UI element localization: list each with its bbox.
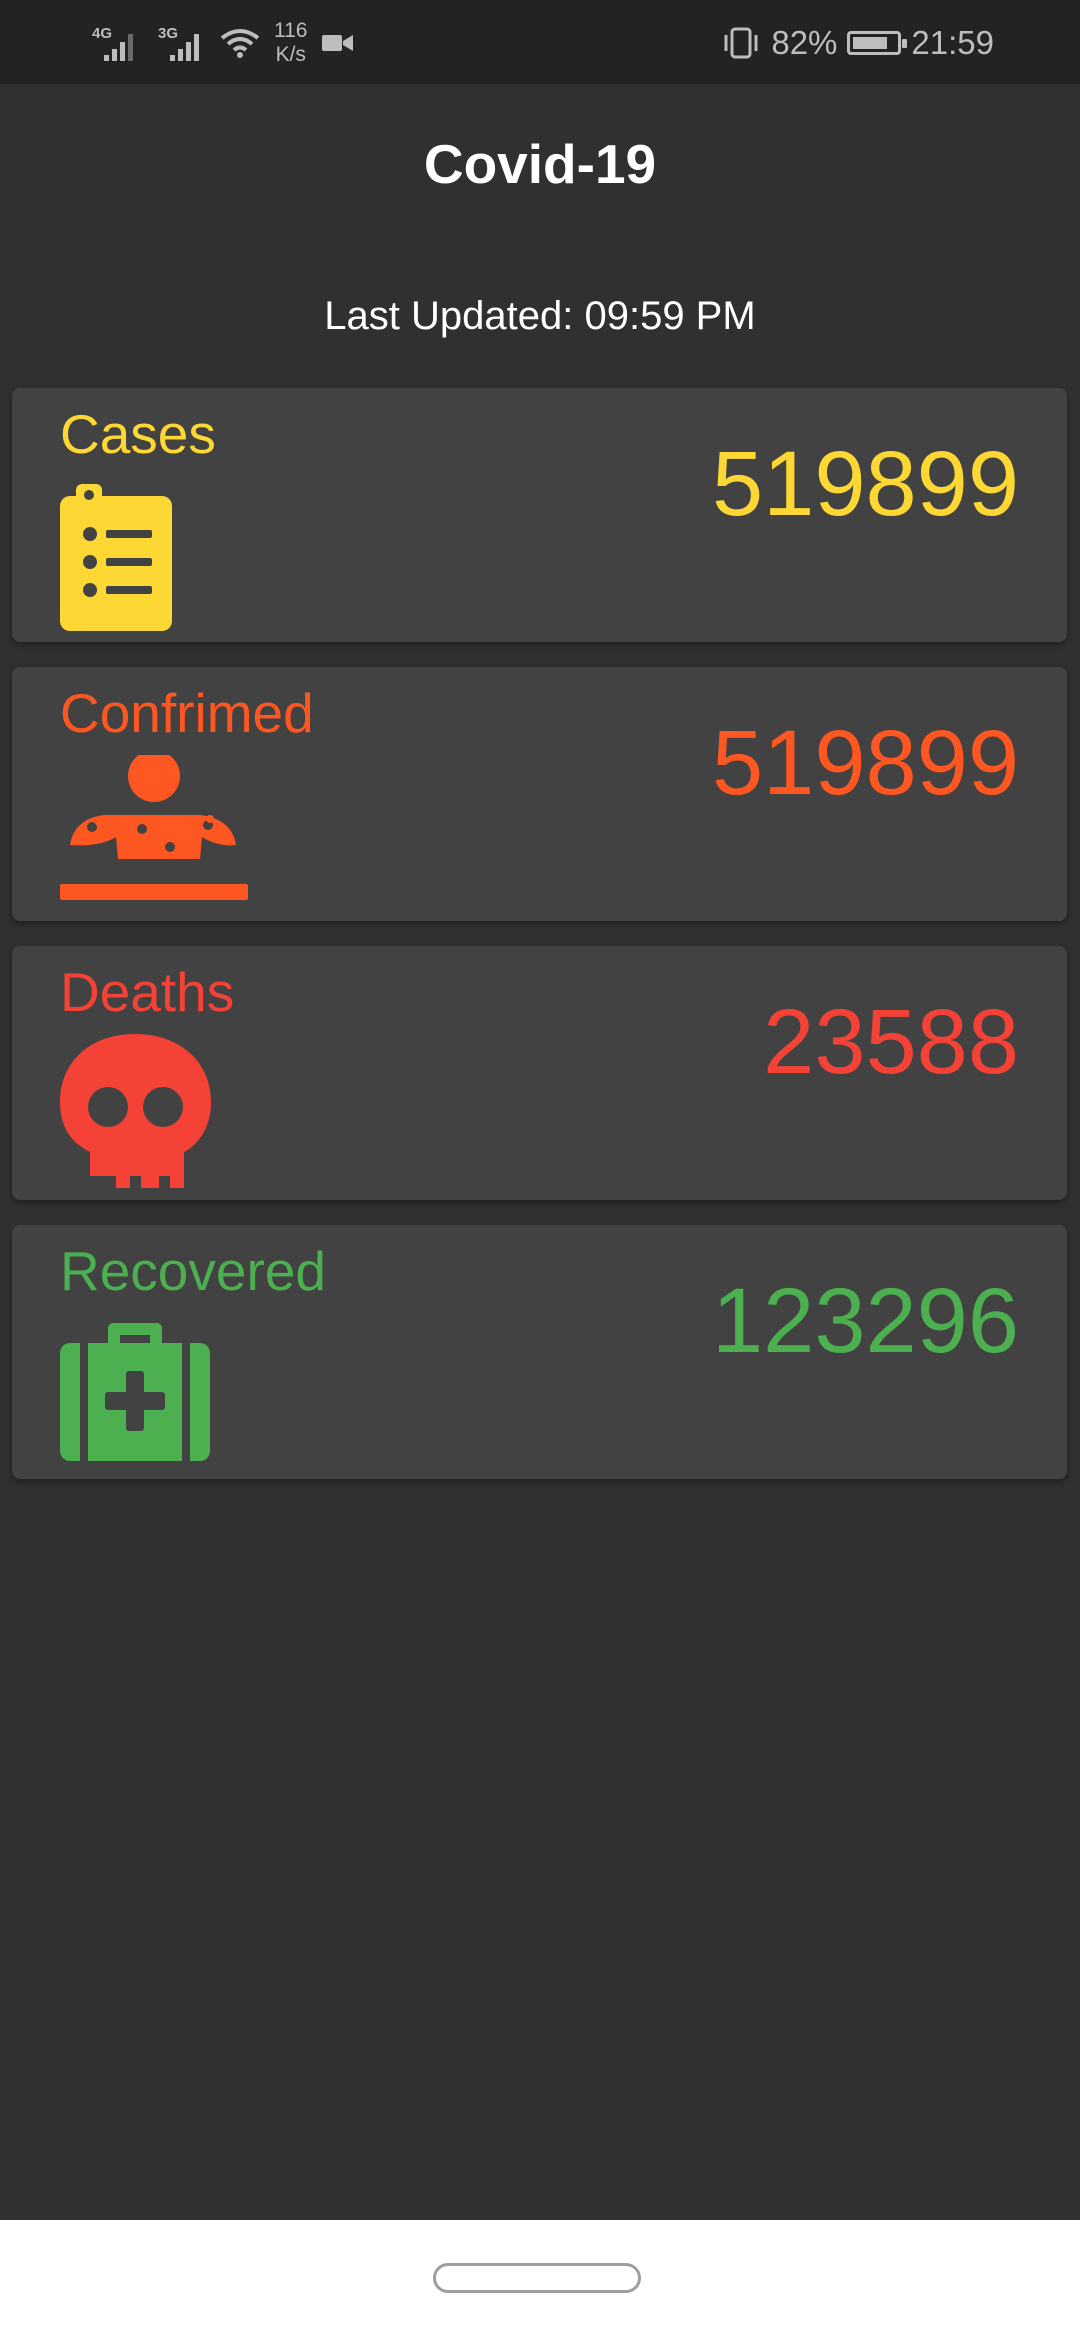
network-speed: 116 K/s <box>274 19 307 67</box>
home-gesture-bar[interactable] <box>433 2263 641 2293</box>
cases-label: Cases <box>60 403 216 465</box>
network-speed-value: 116 <box>274 19 308 42</box>
status-right-group: 82% 21:59 <box>721 18 994 68</box>
patient-icon <box>60 755 248 900</box>
first-aid-kit-icon <box>60 1323 210 1461</box>
app-title: Covid-19 <box>423 133 657 195</box>
deaths-card[interactable]: Deaths 23588 <box>12 946 1067 1200</box>
signal-3g-icon: 3G <box>154 23 206 63</box>
battery-fill <box>853 37 888 49</box>
video-camera-icon <box>322 35 354 51</box>
recovered-label: Recovered <box>60 1240 326 1302</box>
network-speed-unit: K/s <box>275 43 306 66</box>
cases-card[interactable]: Cases 519899 <box>12 388 1067 642</box>
recovered-card[interactable]: Recovered 123296 <box>12 1225 1067 1479</box>
skull-icon <box>60 1034 211 1188</box>
recovered-value: 123296 <box>712 1270 1019 1372</box>
confirmed-card[interactable]: Confrimed 519899 <box>12 667 1067 921</box>
status-bar: 4G 3G 116 K/s 82% 21:59 <box>0 0 1080 84</box>
navigation-bar <box>0 2220 1080 2340</box>
deaths-label: Deaths <box>60 961 235 1023</box>
confirmed-value: 519899 <box>712 712 1019 814</box>
clipboard-list-icon <box>60 484 172 631</box>
vibrate-icon <box>724 27 758 59</box>
wifi-icon <box>220 29 260 58</box>
cases-value: 519899 <box>712 433 1019 535</box>
battery-percent: 82% <box>771 24 838 61</box>
confirmed-label: Confrimed <box>60 682 314 744</box>
status-left-group: 4G 3G 116 K/s <box>88 18 355 68</box>
deaths-value: 23588 <box>763 991 1019 1093</box>
last-updated-text: Last Updated: 09:59 PM <box>324 294 756 338</box>
battery-icon <box>847 31 908 55</box>
status-time: 21:59 <box>911 24 994 61</box>
signal-4g-icon: 4G <box>88 23 140 63</box>
